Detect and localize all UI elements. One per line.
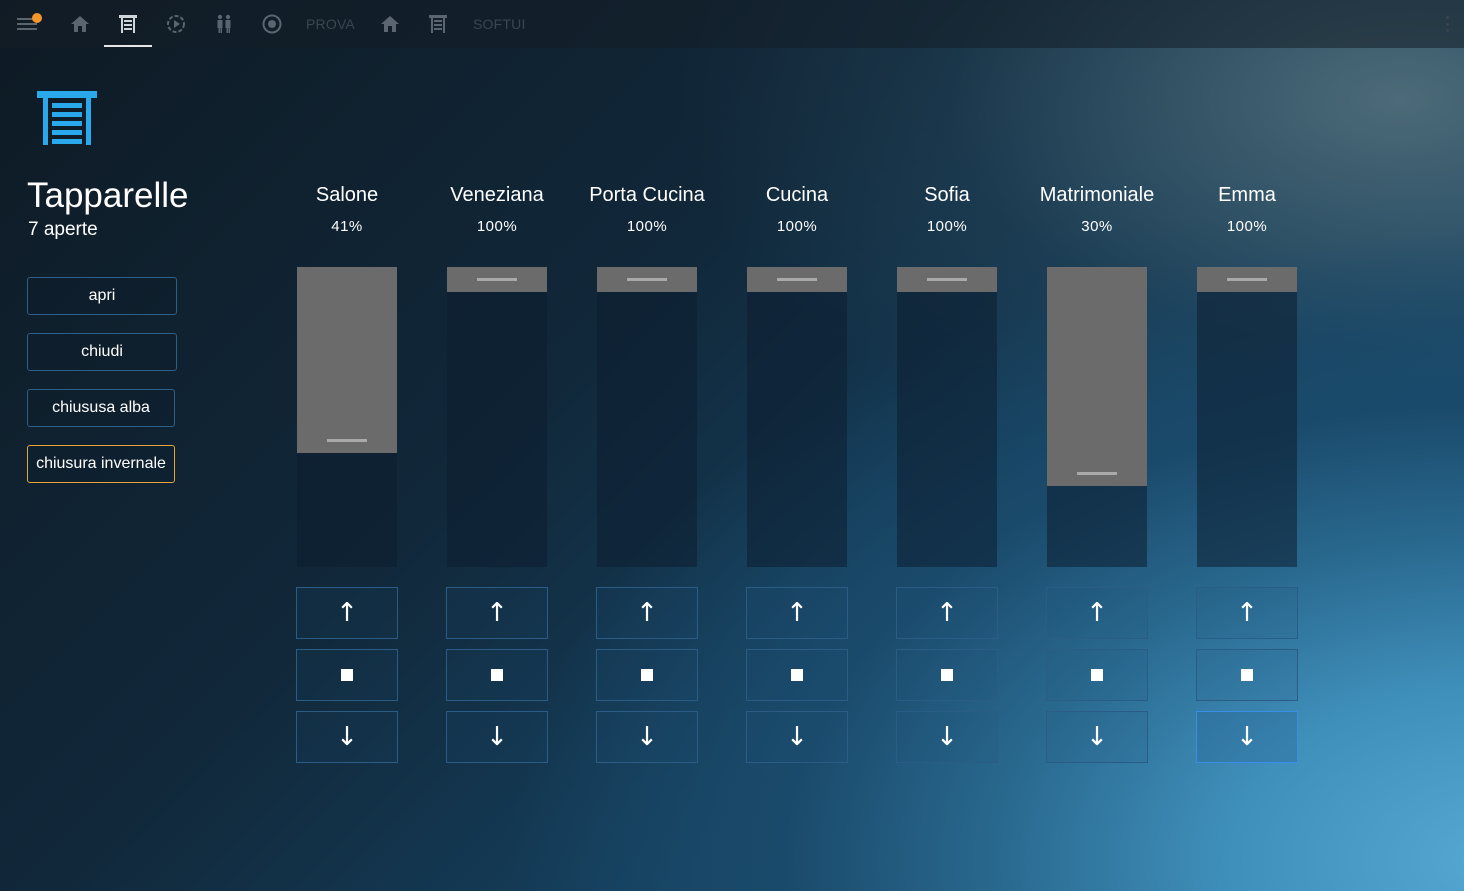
arrow-down-icon: ↓: [336, 722, 358, 752]
shutter-position-slider[interactable]: [597, 267, 697, 567]
shutter-handle[interactable]: [777, 278, 817, 281]
shutter-up-button[interactable]: ↑: [746, 587, 848, 639]
shutter-stop-button[interactable]: [596, 649, 698, 701]
camera-icon[interactable]: [260, 12, 284, 36]
stop-icon: [1091, 669, 1103, 681]
scene-button-chiusura-invernale[interactable]: chiusura invernale: [27, 445, 175, 483]
page-subtitle: 7 aperte: [28, 219, 98, 240]
shutter-icon[interactable]: [426, 12, 450, 36]
arrow-up-icon: ↑: [336, 598, 358, 628]
shutter-up-button[interactable]: ↑: [1046, 587, 1148, 639]
scene-play-icon[interactable]: [164, 12, 188, 36]
stop-icon: [791, 669, 803, 681]
shutter-handle[interactable]: [327, 439, 367, 442]
shutter-position-slider[interactable]: [1197, 267, 1297, 567]
shutter-curtain: [447, 267, 547, 292]
shutter-down-button[interactable]: ↓: [446, 711, 548, 763]
shutter-curtain: [597, 267, 697, 292]
arrow-down-icon: ↓: [486, 722, 508, 752]
shutter-curtain: [747, 267, 847, 292]
shutter-stop-button[interactable]: [896, 649, 998, 701]
stop-icon: [491, 669, 503, 681]
shutter-down-button[interactable]: ↓: [596, 711, 698, 763]
stop-icon: [641, 669, 653, 681]
shutter-handle[interactable]: [1077, 472, 1117, 475]
arrow-up-icon: ↑: [786, 598, 808, 628]
shutter-name: Emma: [1218, 184, 1276, 206]
shutter-stop-button[interactable]: [446, 649, 548, 701]
active-tab-indicator: [104, 45, 152, 47]
arrow-up-icon: ↑: [1086, 598, 1108, 628]
shutter-position-slider[interactable]: [297, 267, 397, 567]
shutter-handle[interactable]: [1227, 278, 1267, 281]
tab-prova[interactable]: PROVA: [306, 12, 355, 36]
shutter-down-button[interactable]: ↓: [296, 711, 398, 763]
shutter-curtain: [1047, 267, 1147, 486]
people-icon[interactable]: [212, 12, 236, 36]
shutter-down-button[interactable]: ↓: [1196, 711, 1298, 763]
top-navigation-bar: PROVA SOFTUI: [0, 0, 1464, 48]
shutter-up-button[interactable]: ↑: [596, 587, 698, 639]
arrow-up-icon: ↑: [936, 598, 958, 628]
arrow-down-icon: ↓: [1086, 722, 1108, 752]
shutter-handle[interactable]: [627, 278, 667, 281]
shutter-up-button[interactable]: ↑: [896, 587, 998, 639]
arrow-up-icon: ↑: [1236, 598, 1258, 628]
shutter-handle[interactable]: [477, 278, 517, 281]
shutter-down-button[interactable]: ↓: [746, 711, 848, 763]
shutter-position-slider[interactable]: [747, 267, 847, 567]
home-icon[interactable]: [378, 12, 402, 36]
shutter-stop-button[interactable]: [296, 649, 398, 701]
shutter-up-button[interactable]: ↑: [1196, 587, 1298, 639]
scene-button-apri[interactable]: apri: [27, 277, 177, 315]
arrow-down-icon: ↓: [936, 722, 958, 752]
shutter-curtain: [1197, 267, 1297, 292]
shutter-stop-button[interactable]: [1046, 649, 1148, 701]
scene-button-chiususa-alba[interactable]: chiususa alba: [27, 389, 175, 427]
shutter-position-slider[interactable]: [897, 267, 997, 567]
shutter-position-slider[interactable]: [447, 267, 547, 567]
arrow-down-icon: ↓: [636, 722, 658, 752]
shutter-handle[interactable]: [927, 278, 967, 281]
stop-icon: [1241, 669, 1253, 681]
shutter-position-slider[interactable]: [1047, 267, 1147, 567]
page-title: Tapparelle: [27, 176, 189, 215]
home-icon[interactable]: [68, 12, 92, 36]
arrow-down-icon: ↓: [1236, 722, 1258, 752]
shutter-percent: 100%: [1226, 218, 1268, 235]
shutter-curtain: [897, 267, 997, 292]
more-options-icon[interactable]: [1446, 16, 1450, 32]
arrow-up-icon: ↑: [486, 598, 508, 628]
shutter-down-button[interactable]: ↓: [896, 711, 998, 763]
stop-icon: [341, 669, 353, 681]
shutter-stop-button[interactable]: [746, 649, 848, 701]
shutter-up-button[interactable]: ↑: [446, 587, 548, 639]
shutter-icon: [37, 91, 97, 150]
tab-softui[interactable]: SOFTUI: [473, 12, 526, 36]
scene-button-chiudi[interactable]: chiudi: [27, 333, 177, 371]
shutter-stop-button[interactable]: [1196, 649, 1298, 701]
shutter-curtain: [297, 267, 397, 453]
stop-icon: [941, 669, 953, 681]
shutter-down-button[interactable]: ↓: [1046, 711, 1148, 763]
notification-dot: [32, 13, 42, 23]
arrow-up-icon: ↑: [636, 598, 658, 628]
arrow-down-icon: ↓: [786, 722, 808, 752]
shutter-icon[interactable]: [116, 12, 140, 36]
shutter-up-button[interactable]: ↑: [296, 587, 398, 639]
